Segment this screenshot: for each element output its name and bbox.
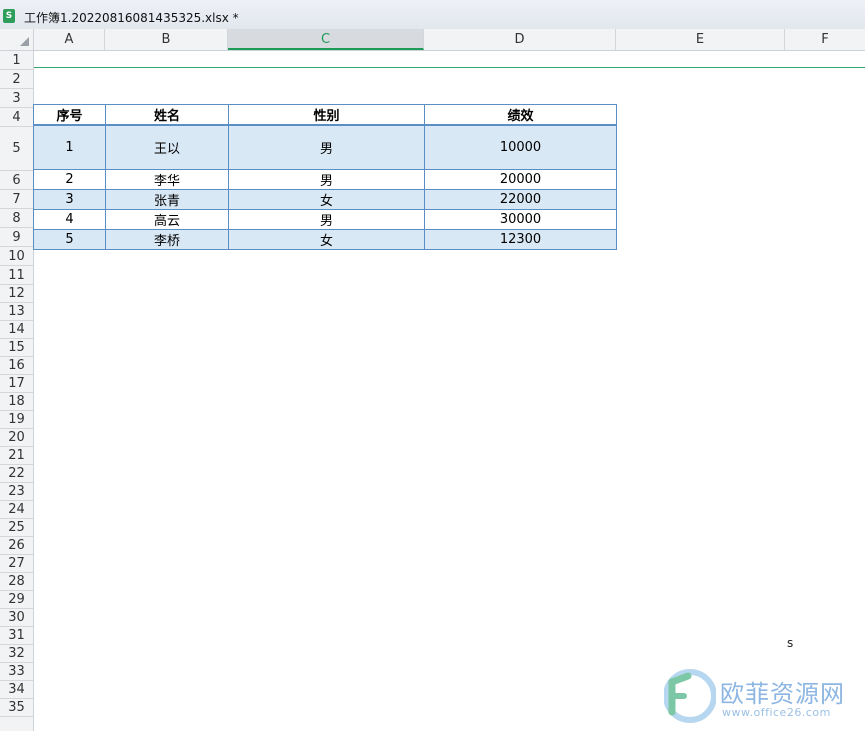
row-header-34[interactable]: 34 bbox=[0, 681, 33, 699]
header-cell-name[interactable]: 姓名 bbox=[105, 104, 229, 126]
select-all-corner[interactable] bbox=[0, 29, 34, 50]
row-header-17[interactable]: 17 bbox=[0, 375, 33, 393]
cell-performance[interactable]: 10000 bbox=[424, 124, 617, 170]
row-header-30[interactable]: 30 bbox=[0, 609, 33, 627]
cell-gender[interactable]: 女 bbox=[228, 188, 425, 210]
table-row: 1 王以 男 10000 bbox=[33, 124, 617, 170]
cell-index[interactable]: 1 bbox=[33, 124, 106, 170]
row-header-20[interactable]: 20 bbox=[0, 429, 33, 447]
row-header-33[interactable]: 33 bbox=[0, 663, 33, 681]
header-cell-performance[interactable]: 绩效 bbox=[424, 104, 617, 126]
row-header-31[interactable]: 31 bbox=[0, 627, 33, 645]
cell-index[interactable]: 3 bbox=[33, 188, 106, 210]
cell-performance[interactable]: 12300 bbox=[424, 228, 617, 250]
row-header-16[interactable]: 16 bbox=[0, 357, 33, 375]
row-header-25[interactable]: 25 bbox=[0, 519, 33, 537]
row-header-18[interactable]: 18 bbox=[0, 393, 33, 411]
column-header-d[interactable]: D bbox=[424, 29, 616, 50]
data-table: 序号 姓名 性别 绩效 1 王以 男 10000 2 李华 男 20000 3 … bbox=[33, 104, 617, 250]
row-header-3[interactable]: 3 bbox=[0, 89, 33, 108]
row-header-2[interactable]: 2 bbox=[0, 70, 33, 89]
column-header-bar: A B C D E F bbox=[0, 29, 865, 51]
cell-name[interactable]: 高云 bbox=[105, 208, 229, 230]
row-header-28[interactable]: 28 bbox=[0, 573, 33, 591]
table-row: 5 李桥 女 12300 bbox=[33, 228, 617, 250]
header-cell-index[interactable]: 序号 bbox=[33, 104, 106, 126]
spreadsheet-file-icon: S bbox=[3, 9, 15, 23]
row-header-26[interactable]: 26 bbox=[0, 537, 33, 555]
column-header-e[interactable]: E bbox=[616, 29, 785, 50]
row-header-13[interactable]: 13 bbox=[0, 303, 33, 321]
column-header-a[interactable]: A bbox=[34, 29, 105, 50]
row-header-12[interactable]: 12 bbox=[0, 285, 33, 303]
cell-performance[interactable]: 30000 bbox=[424, 208, 617, 230]
cell-gender[interactable]: 女 bbox=[228, 228, 425, 250]
header-cell-gender[interactable]: 性别 bbox=[228, 104, 425, 126]
cell-performance[interactable]: 20000 bbox=[424, 168, 617, 190]
row-header-32[interactable]: 32 bbox=[0, 645, 33, 663]
title-bar: S 工作簿1.20220816081435325.xlsx * bbox=[0, 0, 865, 30]
row-header-14[interactable]: 14 bbox=[0, 321, 33, 339]
table-row: 2 李华 男 20000 bbox=[33, 168, 617, 190]
row-header-10[interactable]: 10 bbox=[0, 247, 33, 266]
site-watermark: 欧菲资源网 www.office26.com bbox=[664, 668, 864, 726]
row-header-8[interactable]: 8 bbox=[0, 209, 33, 228]
row-header-15[interactable]: 15 bbox=[0, 339, 33, 357]
stray-cell-text: s bbox=[787, 636, 794, 650]
row-header-29[interactable]: 29 bbox=[0, 591, 33, 609]
cell-index[interactable]: 2 bbox=[33, 168, 106, 190]
row-header-19[interactable]: 19 bbox=[0, 411, 33, 429]
select-all-icon bbox=[20, 37, 29, 46]
row-header-5[interactable]: 5 bbox=[0, 127, 33, 171]
row-header-9[interactable]: 9 bbox=[0, 228, 33, 247]
cell-performance[interactable]: 22000 bbox=[424, 188, 617, 210]
spreadsheet-grid[interactable]: A B C D E F 1 2 3 4 5 6 7 8 9 10 11 12 13 14 15 16 17 18 1… bbox=[0, 29, 865, 731]
row-header-22[interactable]: 22 bbox=[0, 465, 33, 483]
row-header-21[interactable]: 21 bbox=[0, 447, 33, 465]
table-row: 4 高云 男 30000 bbox=[33, 208, 617, 230]
watermark-site-name: 欧菲资源网 bbox=[720, 680, 845, 708]
cell-index[interactable]: 4 bbox=[33, 208, 106, 230]
document-title: 工作簿1.20220816081435325.xlsx * bbox=[24, 11, 239, 25]
cell-name[interactable]: 张青 bbox=[105, 188, 229, 210]
cell-gender[interactable]: 男 bbox=[228, 168, 425, 190]
row-header-11[interactable]: 11 bbox=[0, 266, 33, 285]
cell-gender[interactable]: 男 bbox=[228, 208, 425, 230]
row-1-bottom-line bbox=[34, 67, 865, 68]
row-header-7[interactable]: 7 bbox=[0, 190, 33, 209]
column-header-c[interactable]: C bbox=[228, 29, 424, 50]
row-header-1[interactable]: 1 bbox=[0, 51, 33, 70]
row-header-23[interactable]: 23 bbox=[0, 483, 33, 501]
row-header-35[interactable]: 35 bbox=[0, 699, 33, 717]
cell-index[interactable]: 5 bbox=[33, 228, 106, 250]
watermark-url: www.office26.com bbox=[722, 706, 831, 719]
cell-name[interactable]: 李桥 bbox=[105, 228, 229, 250]
watermark-logo-icon bbox=[664, 668, 716, 724]
column-header-f[interactable]: F bbox=[785, 29, 865, 50]
cell-gender[interactable]: 男 bbox=[228, 124, 425, 170]
cell-name[interactable]: 李华 bbox=[105, 168, 229, 190]
table-row: 3 张青 女 22000 bbox=[33, 188, 617, 210]
row-header-27[interactable]: 27 bbox=[0, 555, 33, 573]
column-header-b[interactable]: B bbox=[105, 29, 228, 50]
row-header-24[interactable]: 24 bbox=[0, 501, 33, 519]
row-header-4[interactable]: 4 bbox=[0, 108, 33, 127]
cell-name[interactable]: 王以 bbox=[105, 124, 229, 170]
row-header-6[interactable]: 6 bbox=[0, 171, 33, 190]
